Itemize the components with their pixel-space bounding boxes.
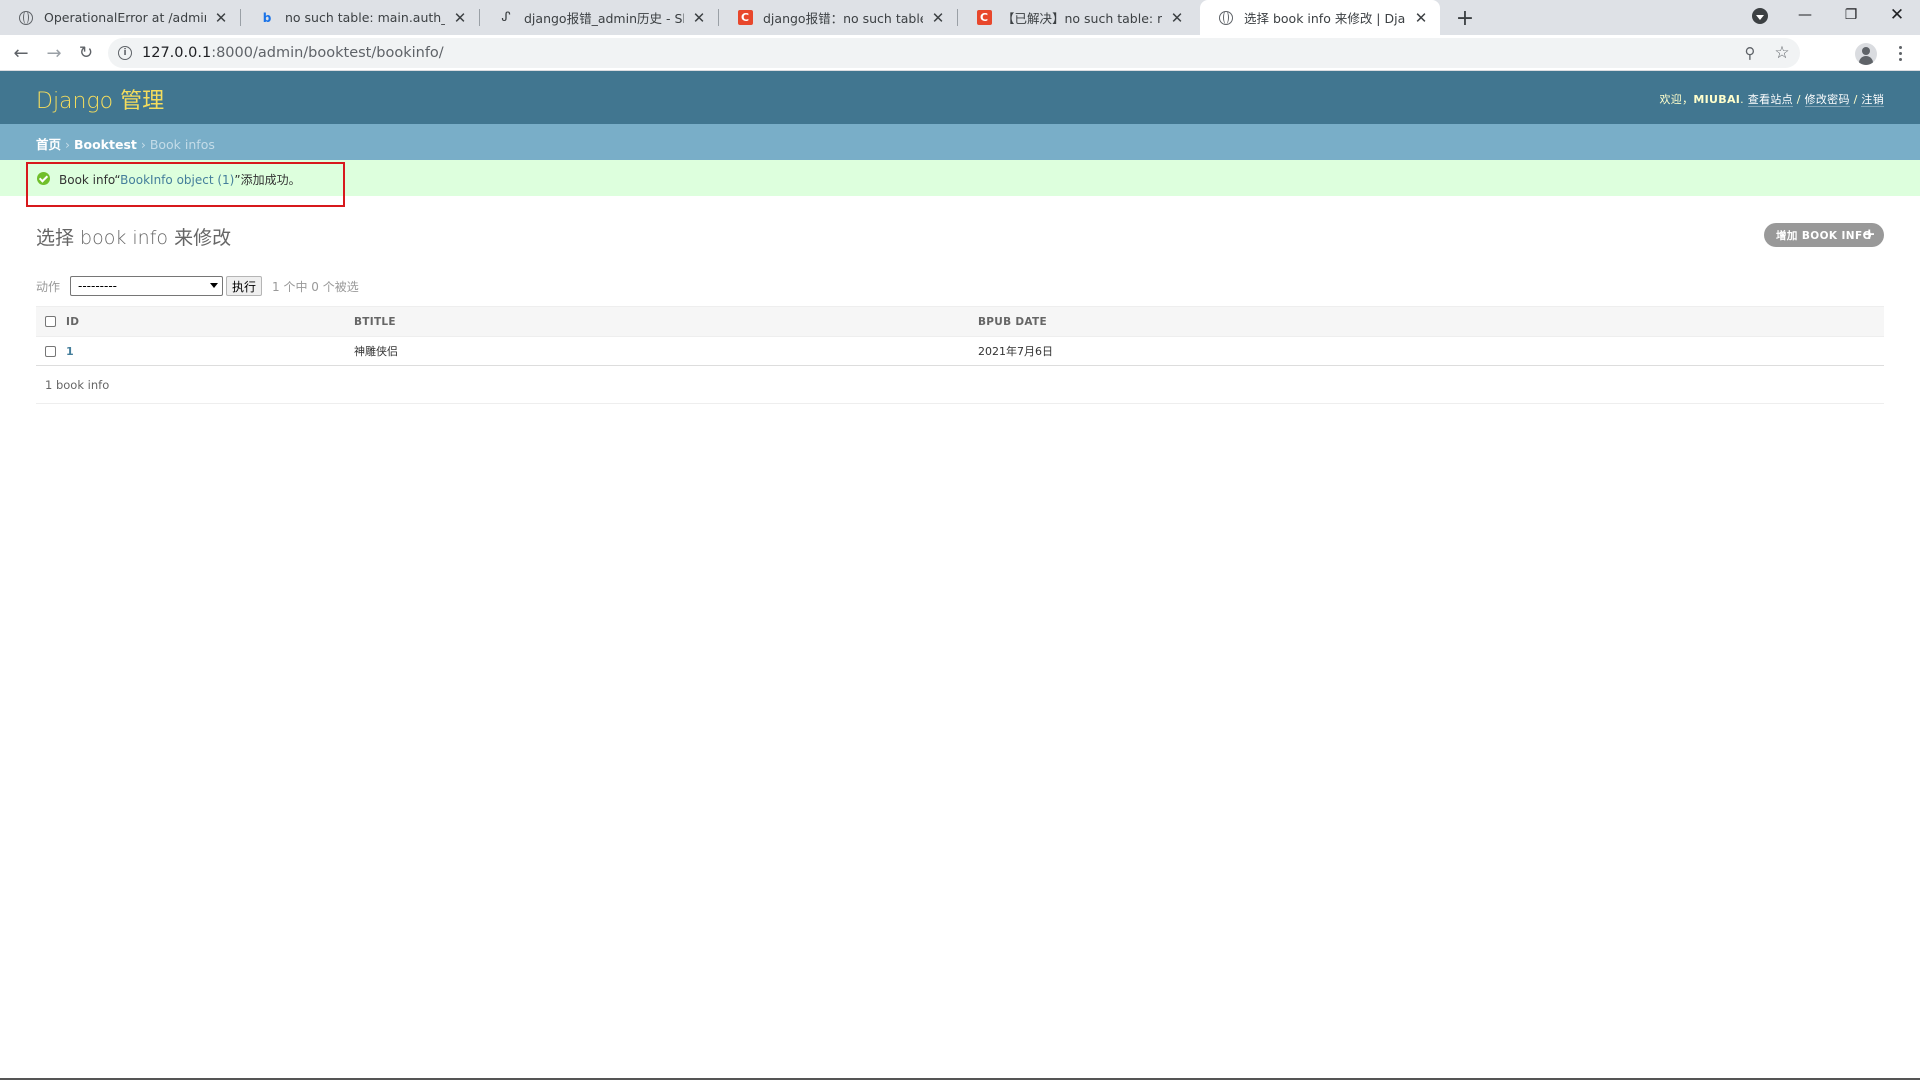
separator: / [1792, 93, 1805, 106]
result-list-table: ID BTITLE BPUB DATE 1 神雕侠侣 2021年7月6日 [36, 306, 1884, 366]
btitle-cell: 神雕侠侣 [354, 336, 978, 366]
username: MIUBAI [1693, 93, 1741, 106]
add-book-info-button[interactable]: 增加 BOOK INFO + [1764, 223, 1884, 247]
breadcrumb-separator: › [61, 137, 74, 152]
forward-arrow-icon[interactable]: → [40, 39, 68, 67]
new-tab-icon[interactable]: + [1452, 5, 1478, 31]
column-header-btitle[interactable]: BTITLE [354, 306, 978, 337]
breadcrumb-current: Book infos [149, 137, 215, 152]
address-bar[interactable]: i 127.0.0.1:8000/admin/booktest/bookinfo… [108, 38, 1800, 68]
select-all-checkbox[interactable] [45, 316, 56, 327]
actions-bar: 动作 --------- 执行 1 个中 0 个被选 [36, 274, 359, 298]
browser-tab-strip: OperationalError at /admin/bo ✕ b no suc… [0, 0, 1920, 35]
paginator: 1 book info [36, 366, 1884, 404]
id-cell: 1 [66, 336, 354, 366]
column-header-id[interactable]: ID [66, 306, 354, 337]
url-text[interactable]: 127.0.0.1:8000/admin/booktest/bookinfo/ [142, 45, 444, 61]
close-icon[interactable]: ✕ [212, 9, 230, 27]
column-header-bpub-date[interactable]: BPUB DATE [978, 306, 1884, 337]
tab-title: django报错_admin历史 - Shaw [524, 11, 684, 26]
close-icon[interactable]: ✕ [690, 9, 708, 27]
link-icon: ᔑ [501, 10, 511, 25]
zoom-icon[interactable]: ⚲ [1740, 43, 1760, 63]
tab-title: 选择 book info 来修改 | Django [1244, 11, 1406, 26]
tab-title: 【已解决】no such table: main [1002, 11, 1162, 26]
row-select-cell [36, 336, 66, 366]
tab-search-icon[interactable] [1752, 8, 1768, 24]
action-selected-value: --------- [78, 279, 117, 293]
browser-tab[interactable]: ᔑ django报错_admin历史 - Shaw ✕ [480, 0, 718, 35]
logout-link[interactable]: 注销 [1861, 93, 1884, 107]
close-icon[interactable]: ✕ [929, 9, 947, 27]
globe-icon [18, 10, 34, 26]
browser-tab[interactable]: C django报错：no such table: ma ✕ [719, 0, 957, 35]
close-icon[interactable]: ✕ [451, 9, 469, 27]
reload-icon[interactable]: ↻ [72, 39, 100, 67]
breadcrumb-app-link[interactable]: Booktest [74, 137, 137, 152]
globe-icon [1218, 10, 1234, 26]
add-button-label: 增加 BOOK INFO [1776, 229, 1872, 242]
profile-avatar-icon[interactable] [1855, 43, 1877, 65]
info-icon[interactable]: i [118, 46, 132, 60]
plus-icon: + [1863, 225, 1876, 243]
restore-icon[interactable]: ❐ [1828, 0, 1874, 30]
tab-title: django报错：no such table: ma [763, 11, 923, 26]
breadcrumb-separator: › [136, 137, 150, 152]
row-id-link[interactable]: 1 [66, 345, 74, 358]
csdn-icon: C [737, 10, 753, 26]
actions-label: 动作 [36, 279, 61, 294]
admin-header: Django 管理 欢迎，MIUBAI. 查看站点 / 修改密码 / 注销 [0, 71, 1920, 124]
browser-toolbar: ← → ↻ i 127.0.0.1:8000/admin/booktest/bo… [0, 35, 1920, 71]
site-branding[interactable]: Django 管理 [36, 83, 164, 115]
change-password-link[interactable]: 修改密码 [1804, 93, 1850, 107]
close-icon[interactable]: ✕ [1168, 9, 1186, 27]
url-host: 127.0.0.1 [142, 45, 212, 61]
page-title: 选择 book info 来修改 [36, 227, 232, 249]
browser-tab[interactable]: C 【已解决】no such table: main ✕ [958, 0, 1196, 35]
back-arrow-icon[interactable]: ← [7, 39, 35, 67]
bookmark-star-icon[interactable]: ☆ [1772, 43, 1792, 63]
user-tools: 欢迎，MIUBAI. 查看站点 / 修改密码 / 注销 [1659, 91, 1884, 107]
window-close-icon[interactable]: ✕ [1874, 0, 1920, 30]
more-menu-icon[interactable] [1890, 41, 1910, 65]
table-row: 1 神雕侠侣 2021年7月6日 [36, 336, 1884, 366]
run-action-button[interactable]: 执行 [226, 276, 263, 296]
select-all-header [36, 306, 66, 337]
breadcrumb-home-link[interactable]: 首页 [36, 137, 61, 152]
browser-tab-active[interactable]: 选择 book info 来修改 | Django ✕ [1200, 0, 1440, 35]
url-path: :8000/admin/booktest/bookinfo/ [211, 45, 444, 61]
table-header-row: ID BTITLE BPUB DATE [36, 306, 1884, 337]
red-annotation-box [26, 162, 345, 207]
bpub-date-cell: 2021年7月6日 [978, 336, 1884, 366]
action-select[interactable]: --------- [70, 276, 224, 296]
tab-title: no such table: main.auth_user [285, 10, 445, 25]
minimize-icon[interactable]: — [1782, 0, 1828, 30]
browser-tab[interactable]: b no such table: main.auth_user ✕ [241, 0, 479, 35]
action-counter: 1 个中 0 个被选 [272, 279, 359, 294]
csdn-icon: C [976, 10, 992, 26]
separator: / [1849, 93, 1862, 106]
username-suffix: . [1740, 93, 1744, 106]
view-site-link[interactable]: 查看站点 [1747, 93, 1793, 107]
browser-tab[interactable]: OperationalError at /admin/bo ✕ [0, 0, 240, 35]
bing-icon: b [262, 10, 272, 25]
tab-title: OperationalError at /admin/bo [44, 10, 206, 25]
welcome-text: 欢迎， [1659, 93, 1694, 106]
row-checkbox[interactable] [45, 346, 56, 357]
breadcrumb: 首页 › Booktest › Book infos [0, 124, 1920, 160]
close-icon[interactable]: ✕ [1412, 9, 1430, 27]
